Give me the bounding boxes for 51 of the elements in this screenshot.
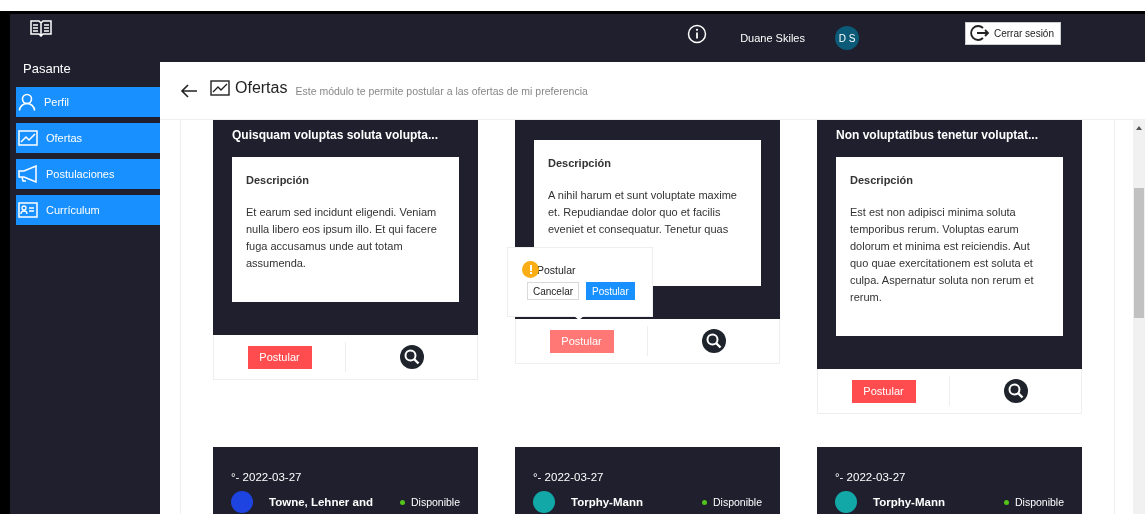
offer-date: °- 2022-03-27 — [533, 471, 605, 483]
book-icon — [30, 19, 52, 37]
status-label: Disponible — [1014, 496, 1064, 508]
description-label: Descripción — [246, 174, 310, 186]
company-name: Torphy-Mann — [873, 496, 946, 508]
sidebar-item[interactable]: Postulaciones — [16, 159, 160, 189]
status-dot-icon — [701, 499, 707, 505]
company-name: Towne, Lehner and — [269, 496, 374, 508]
info-icon[interactable] — [687, 24, 708, 44]
description-label: Descripción — [548, 157, 612, 169]
sidebar-item[interactable]: Ofertas — [16, 123, 160, 153]
apply-button[interactable]: Postular — [851, 379, 916, 403]
megaphone-icon — [18, 165, 38, 183]
user-name: Duane Skiles — [740, 32, 805, 44]
sidebar-item[interactable]: Currículum — [16, 195, 160, 225]
apply-button[interactable]: Postular — [549, 329, 614, 353]
page-subtitle: Este módulo te permite postular a las ofertas de mi preferencia — [295, 84, 588, 97]
search-icon[interactable] — [1003, 379, 1028, 403]
status-label: Disponible — [410, 496, 460, 508]
description-text: A nihil harum et sunt voluptate maxime et. Repudiandae dolor quo et facilis eveniet et consequatur. Tenetur quas — [548, 188, 738, 237]
cancel-button[interactable]: Cancelar — [527, 282, 580, 300]
scroll-up-icon[interactable] — [1136, 126, 1142, 130]
search-icon[interactable] — [701, 329, 726, 353]
offer-title: Non voluptatibus tenetur voluptat... — [836, 128, 1039, 142]
description-text: Est est non adipisci minima soluta temporibus rerum. Voluptas earum dolorum et minima est reiciendis. Aut quo quae exercitationem est soluta et culpa. Aspernatur soluta non rerum et rerum. — [850, 205, 1035, 305]
chart-icon — [210, 79, 230, 96]
page-title: Ofertas — [235, 78, 288, 97]
status-dot-icon — [399, 499, 405, 505]
status-dot-icon — [1003, 499, 1009, 505]
offer-date: °- 2022-03-27 — [231, 471, 303, 483]
scrollbar-thumb[interactable] — [1134, 188, 1144, 318]
search-icon[interactable] — [399, 345, 424, 369]
role-label: Pasante — [22, 60, 72, 78]
id-card-icon — [18, 202, 38, 218]
offer-title: Quisquam voluptas soluta volupta... — [232, 128, 440, 142]
back-arrow-icon[interactable] — [180, 82, 198, 99]
description-label: Descripción — [850, 174, 914, 186]
offer-date: °- 2022-03-27 — [835, 471, 907, 483]
apply-button[interactable]: Postular — [247, 345, 312, 369]
user-icon — [18, 93, 36, 111]
chart-icon — [18, 130, 38, 146]
logout-icon — [969, 24, 990, 42]
warning-icon — [522, 261, 539, 278]
user-avatar: D S — [834, 26, 859, 50]
confirm-button[interactable]: Postular — [586, 282, 635, 300]
company-name: Torphy-Mann — [571, 496, 644, 508]
sidebar-item[interactable]: Perfil — [16, 87, 160, 117]
status-label: Disponible — [712, 496, 762, 508]
popover-message: Postular — [537, 263, 576, 276]
logout-button[interactable]: Cerrar sesión — [964, 21, 1061, 45]
description-text: Et earum sed incidunt eligendi. Veniam nulla libero eos ipsum illo. Et qui facere fuga accusamus unde aut totam assumenda. — [246, 205, 438, 271]
